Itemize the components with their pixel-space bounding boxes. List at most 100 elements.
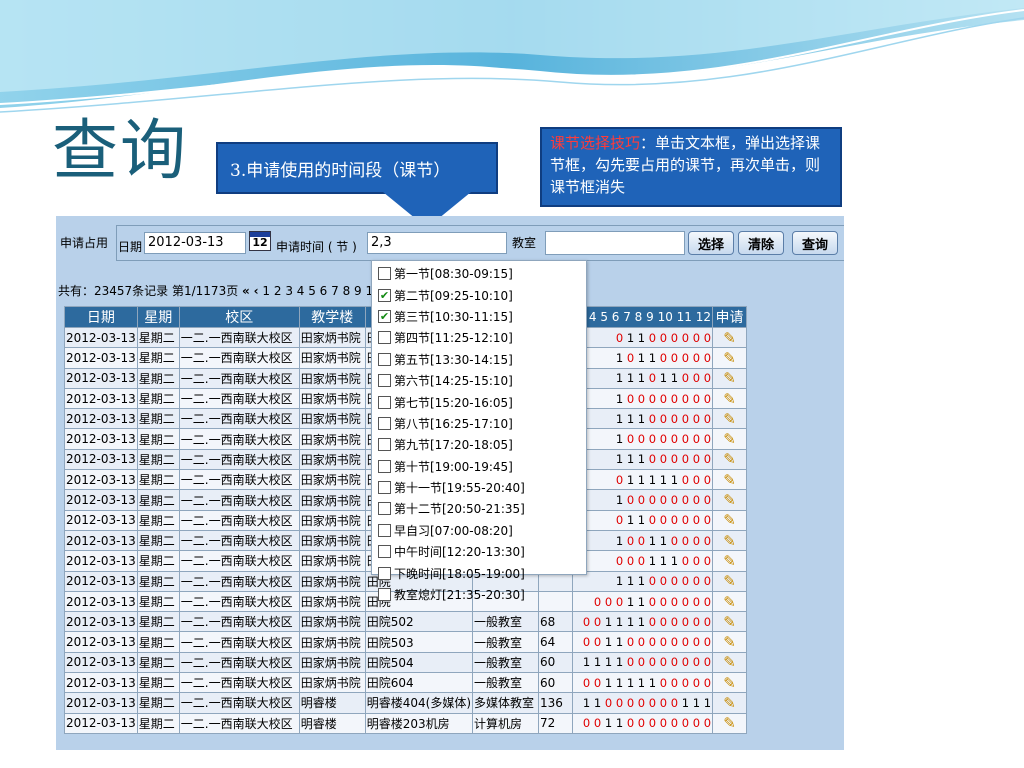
period-option[interactable]: 中午时间[12:20-13:30] <box>372 541 586 562</box>
apply-pencil-icon[interactable]: ✎ <box>712 550 748 572</box>
col-week: 星期 <box>136 306 180 328</box>
screenshot-panel: 申请占用 日期 2012-03-13 12 申请时间 ( 节 ) 2,3 教室 … <box>56 216 844 750</box>
time-label: 申请时间 ( 节 ) <box>276 240 357 254</box>
period-select-dropdown[interactable]: 第一节[08:30-09:15] ✔ 第二节[09:25-10:10] ✔ 第三节[10… <box>371 260 587 602</box>
col-building: 教学楼 <box>298 306 366 328</box>
apply-pencil-icon[interactable]: ✎ <box>712 570 748 592</box>
time-period-input[interactable]: 2,3 <box>367 232 507 254</box>
cell-slots: 0 0 1 1 1 1 0 0 0 0 0 0 <box>572 611 714 633</box>
checkbox-icon[interactable] <box>378 545 391 559</box>
apply-pencil-icon[interactable]: ✎ <box>712 367 748 389</box>
cell-building: 田家炳书院 <box>298 326 366 349</box>
checkbox-icon[interactable] <box>378 352 391 366</box>
checkbox-icon[interactable] <box>378 416 391 430</box>
apply-pencil-icon[interactable]: ✎ <box>712 489 748 511</box>
cell-date: 2012-03-13 <box>64 529 138 552</box>
checkbox-icon[interactable] <box>378 502 391 516</box>
cell-building: 田家炳书院 <box>298 387 366 410</box>
checkbox-icon[interactable] <box>378 481 391 495</box>
checkbox-icon[interactable] <box>378 395 391 409</box>
checkbox-icon[interactable] <box>378 267 391 281</box>
select-button[interactable]: 选择 <box>688 231 734 255</box>
checkbox-icon[interactable] <box>378 374 391 388</box>
cell-type: 计算机房 <box>472 712 540 734</box>
apply-pencil-icon[interactable]: ✎ <box>712 387 748 410</box>
period-option[interactable]: 第四节[11:25-12:10] <box>372 327 586 348</box>
checkbox-icon[interactable] <box>378 588 391 602</box>
apply-pencil-icon[interactable]: ✎ <box>712 692 748 714</box>
period-option[interactable]: 第八节[16:25-17:10] <box>372 413 586 434</box>
cell-campus: 一二.一西南联大校区 <box>178 489 300 511</box>
cell-date: 2012-03-13 <box>64 326 138 349</box>
period-option[interactable]: 第十一节[19:55-20:40] <box>372 477 586 498</box>
page-links[interactable]: 1 2 3 4 5 6 7 8 9 10 <box>262 284 380 298</box>
first-page-icon[interactable]: « <box>242 284 250 298</box>
apply-pencil-icon[interactable]: ✎ <box>712 672 748 694</box>
cell-building: 田家炳书院 <box>298 550 366 572</box>
calendar-icon[interactable]: 12 <box>249 231 271 251</box>
apply-pencil-icon[interactable]: ✎ <box>712 408 748 430</box>
checkbox-icon[interactable] <box>378 438 391 452</box>
period-option-label: 第二节[09:25-10:10] <box>394 288 513 303</box>
clear-button[interactable]: 清除 <box>738 231 784 255</box>
cell-slots: 1 0 0 0 0 0 0 0 0 <box>572 387 714 410</box>
checked-checkbox-icon[interactable]: ✔ <box>378 288 391 302</box>
period-option[interactable]: 第十节[19:00-19:45] <box>372 456 586 477</box>
cell-campus: 一二.一西南联大校区 <box>178 448 300 471</box>
period-option[interactable]: 第一节[08:30-09:15] <box>372 263 586 284</box>
apply-pencil-icon[interactable]: ✎ <box>712 631 748 653</box>
prev-page-icon[interactable]: ‹ <box>254 284 259 298</box>
apply-pencil-icon[interactable]: ✎ <box>712 326 748 349</box>
query-button[interactable]: 查询 <box>792 231 838 255</box>
checkbox-icon[interactable] <box>378 459 391 473</box>
period-option[interactable]: 下晚时间[18:05-19:00] <box>372 562 586 583</box>
cell-date: 2012-03-13 <box>64 367 138 389</box>
apply-pencil-icon[interactable]: ✎ <box>712 509 748 531</box>
apply-pencil-icon[interactable]: ✎ <box>712 590 748 613</box>
pager: 共有：23457条记录 第1/1173页 « ‹ 1 2 3 4 5 6 7 8… <box>58 282 381 299</box>
period-option[interactable]: ✔ 第三节[10:30-11:15] <box>372 306 586 327</box>
room-input[interactable] <box>545 231 685 255</box>
period-option[interactable]: 第九节[17:20-18:05] <box>372 434 586 455</box>
apply-pencil-icon[interactable]: ✎ <box>712 469 748 491</box>
cell-date: 2012-03-13 <box>64 387 138 410</box>
period-option[interactable]: 第五节[13:30-14:15] <box>372 349 586 370</box>
cell-week: 星期二 <box>136 326 180 349</box>
cell-room: 田院503 <box>364 631 474 653</box>
checkbox-icon[interactable] <box>378 523 391 537</box>
cell-building: 田家炳书院 <box>298 469 366 491</box>
checked-checkbox-icon[interactable]: ✔ <box>378 309 391 323</box>
period-option[interactable]: 第六节[14:25-15:10] <box>372 370 586 391</box>
date-label: 日期 <box>118 240 143 254</box>
apply-pencil-icon[interactable]: ✎ <box>712 347 748 369</box>
period-option[interactable]: 早自习[07:00-08:20] <box>372 520 586 541</box>
cell-campus: 一二.一西南联大校区 <box>178 712 300 734</box>
checkbox-icon[interactable] <box>378 566 391 580</box>
apply-pencil-icon[interactable]: ✎ <box>712 428 748 450</box>
cell-campus: 一二.一西南联大校区 <box>178 692 300 714</box>
room-label: 教室 <box>512 236 537 250</box>
table-row: 2012-03-13 星期二 一二.一西南联大校区 田家炳书院 田院604 一般教室 60 0… <box>64 672 748 694</box>
cell-slots: 1 0 0 1 1 0 0 0 0 <box>572 529 714 552</box>
period-option[interactable]: 第十二节[20:50-21:35] <box>372 498 586 519</box>
cell-slots: 1 1 1 0 1 1 0 0 0 <box>572 367 714 389</box>
date-input[interactable]: 2012-03-13 <box>144 232 246 254</box>
period-option-label: 第十节[19:00-19:45] <box>394 459 513 474</box>
checkbox-icon[interactable] <box>378 331 391 345</box>
cell-slots: 0 1 1 0 0 0 0 0 0 <box>572 326 714 349</box>
apply-pencil-icon[interactable]: ✎ <box>712 448 748 471</box>
cell-building: 明睿楼 <box>298 692 366 714</box>
cell-date: 2012-03-13 <box>64 672 138 694</box>
cell-slots: 0 0 1 1 0 0 0 0 0 0 0 0 <box>572 631 714 653</box>
apply-pencil-icon[interactable]: ✎ <box>712 529 748 552</box>
tip-label: 课节选择技巧 <box>550 134 641 152</box>
period-option-label: 第四节[11:25-12:10] <box>394 331 513 346</box>
period-option-label: 第六节[14:25-15:10] <box>394 374 513 389</box>
period-option[interactable]: 第七节[15:20-16:05] <box>372 391 586 412</box>
period-option[interactable]: 教室熄灯[21:35-20:30] <box>372 584 586 605</box>
apply-pencil-icon[interactable]: ✎ <box>712 611 748 633</box>
apply-pencil-icon[interactable]: ✎ <box>712 651 748 674</box>
table-row: 2012-03-13 星期二 一二.一西南联大校区 明睿楼 明睿楼203机房 计算机房 72… <box>64 712 748 734</box>
apply-pencil-icon[interactable]: ✎ <box>712 712 748 734</box>
period-option[interactable]: ✔ 第二节[09:25-10:10] <box>372 284 586 305</box>
